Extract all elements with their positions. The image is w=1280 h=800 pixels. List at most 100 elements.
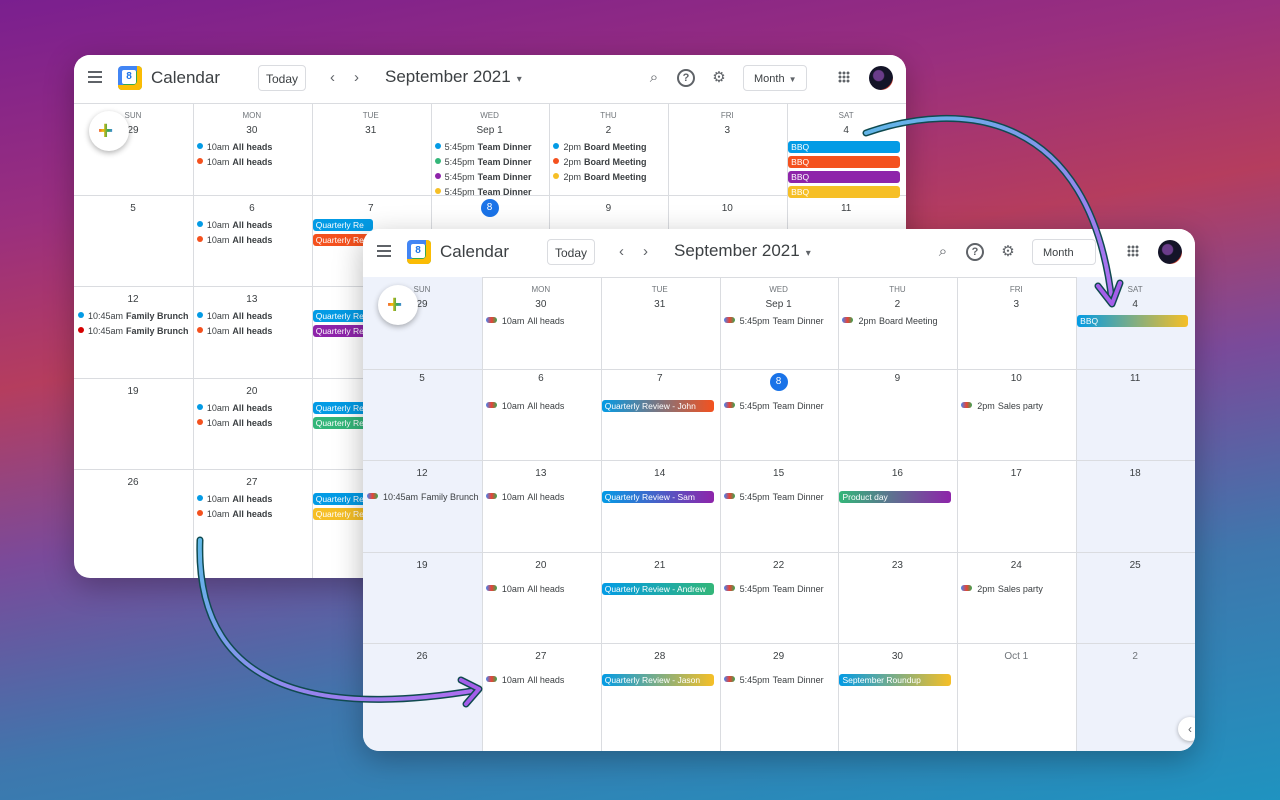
event-item[interactable]: 5:45pm Team Dinner (434, 186, 531, 198)
day-number[interactable]: 19 (74, 386, 192, 397)
day-number[interactable]: 2 (838, 299, 956, 310)
avatar[interactable] (1158, 240, 1182, 264)
day-number[interactable]: 6 (482, 373, 600, 384)
event-item[interactable]: 5:45pm Team Dinner (723, 583, 824, 595)
day-number[interactable]: 4 (1076, 299, 1194, 310)
day-number[interactable]: 3 (668, 125, 786, 136)
event-chip[interactable]: Product day (839, 491, 952, 504)
event-item[interactable]: 2pm Board Meeting (842, 315, 938, 327)
today-button[interactable]: Today (547, 239, 595, 265)
side-panel-toggle-icon[interactable]: ‹ (1178, 717, 1195, 741)
event-item[interactable]: 10am All heads (485, 491, 564, 503)
event-chip[interactable]: BBQ (1077, 315, 1189, 327)
help-icon[interactable]: ? (966, 243, 984, 261)
day-number[interactable]: 10 (957, 373, 1075, 384)
day-number[interactable]: 30 (838, 651, 956, 662)
day-number[interactable]: 12 (74, 294, 192, 305)
event-item[interactable]: 10am All heads (196, 325, 272, 337)
event-item[interactable]: 2pm Board Meeting (553, 141, 646, 153)
event-item[interactable]: 10am All heads (196, 234, 272, 246)
event-chip[interactable]: Quarterly Review - Jason (601, 674, 714, 687)
event-item[interactable]: 5:45pm Team Dinner (723, 400, 824, 412)
day-number[interactable]: 21 (601, 560, 719, 571)
day-number[interactable]: 23 (838, 560, 956, 571)
apps-icon[interactable] (1127, 245, 1139, 257)
day-number[interactable]: 3 (957, 299, 1075, 310)
event-item[interactable]: 5:45pm Team Dinner (723, 674, 824, 686)
search-icon[interactable]: ⌕ (645, 69, 663, 87)
event-chip[interactable]: BBQ (788, 186, 901, 198)
month-title[interactable]: September 2021 ▾ (385, 67, 522, 87)
event-chip[interactable]: BBQ (788, 171, 901, 183)
day-number[interactable]: 30 (482, 299, 600, 310)
apps-icon[interactable] (838, 71, 850, 83)
day-number[interactable]: 14 (601, 468, 719, 479)
event-item[interactable]: 2pm Board Meeting (553, 156, 646, 168)
day-number[interactable]: 24 (957, 560, 1075, 571)
settings-icon[interactable]: ⚙ (710, 69, 728, 87)
create-button[interactable]: + (378, 285, 418, 325)
create-button[interactable]: + (89, 111, 129, 151)
event-item[interactable]: 10am All heads (196, 219, 272, 231)
event-chip[interactable]: BBQ (788, 156, 901, 168)
avatar[interactable] (869, 66, 893, 90)
event-item[interactable]: 10am All heads (196, 156, 272, 168)
event-item[interactable]: 10am All heads (196, 141, 272, 153)
menu-icon[interactable] (377, 245, 391, 257)
day-number[interactable]: 27 (482, 651, 600, 662)
event-item[interactable]: 5:45pm Team Dinner (723, 315, 824, 327)
day-number[interactable]: 26 (74, 477, 192, 488)
day-number[interactable]: 12 (363, 468, 481, 479)
day-number[interactable]: 27 (193, 477, 311, 488)
event-chip[interactable]: BBQ (788, 141, 901, 153)
day-number[interactable]: 16 (838, 468, 956, 479)
day-number[interactable]: 13 (482, 468, 600, 479)
day-number[interactable]: 17 (957, 468, 1075, 479)
next-icon[interactable]: › (354, 69, 359, 86)
prev-icon[interactable]: ‹ (330, 69, 335, 86)
day-number[interactable]: 15 (720, 468, 838, 479)
day-number[interactable]: 10 (668, 203, 786, 214)
day-number[interactable]: 31 (312, 125, 430, 136)
today-button[interactable]: Today (258, 65, 306, 91)
event-item[interactable]: 10:45am Family Brunch (78, 310, 189, 322)
day-number[interactable]: 7 (312, 203, 430, 214)
event-item[interactable]: 5:45pm Team Dinner (434, 171, 531, 183)
event-item[interactable]: 5:45pm Team Dinner (434, 156, 531, 168)
settings-icon[interactable]: ⚙ (999, 243, 1017, 261)
day-number[interactable]: 8 (431, 198, 549, 217)
day-number[interactable]: 2 (1076, 651, 1194, 662)
day-number[interactable]: 4 (787, 125, 905, 136)
day-number[interactable]: 28 (601, 651, 719, 662)
day-number[interactable]: 22 (720, 560, 838, 571)
day-number[interactable]: Sep 1 (431, 125, 549, 136)
help-icon[interactable]: ? (677, 69, 695, 87)
event-item[interactable]: 10am All heads (196, 493, 272, 505)
event-item[interactable]: 10am All heads (196, 310, 272, 322)
day-number[interactable]: 9 (549, 203, 667, 214)
next-icon[interactable]: › (643, 243, 648, 260)
day-number[interactable]: Oct 1 (957, 651, 1075, 662)
event-chip[interactable]: September Roundup (839, 674, 952, 687)
month-title[interactable]: September 2021 ▾ (674, 241, 811, 261)
day-number[interactable]: 6 (193, 203, 311, 214)
day-number[interactable]: 30 (193, 125, 311, 136)
event-item[interactable]: 5:45pm Team Dinner (434, 141, 531, 153)
view-selector[interactable]: Month ▼ (743, 65, 807, 91)
event-item[interactable]: 10am All heads (485, 315, 564, 327)
event-chip[interactable]: Quarterly Review - John (601, 399, 714, 412)
event-item[interactable]: 10am All heads (485, 400, 564, 412)
day-number[interactable]: 2 (549, 125, 667, 136)
event-item[interactable]: 10am All heads (196, 508, 272, 520)
event-item[interactable]: 10am All heads (196, 402, 272, 414)
search-icon[interactable]: ⌕ (934, 243, 952, 261)
event-item[interactable]: 10am All heads (485, 674, 564, 686)
day-number[interactable]: 8 (720, 372, 838, 391)
day-number[interactable]: 13 (193, 294, 311, 305)
event-item[interactable]: 10am All heads (485, 583, 564, 595)
day-number[interactable]: Sep 1 (720, 299, 838, 310)
event-item[interactable]: 10am All heads (196, 417, 272, 429)
day-number[interactable]: 11 (1076, 373, 1194, 384)
event-chip[interactable]: Quarterly Review - Sam (601, 491, 714, 504)
event-item[interactable]: 2pm Board Meeting (553, 171, 646, 183)
